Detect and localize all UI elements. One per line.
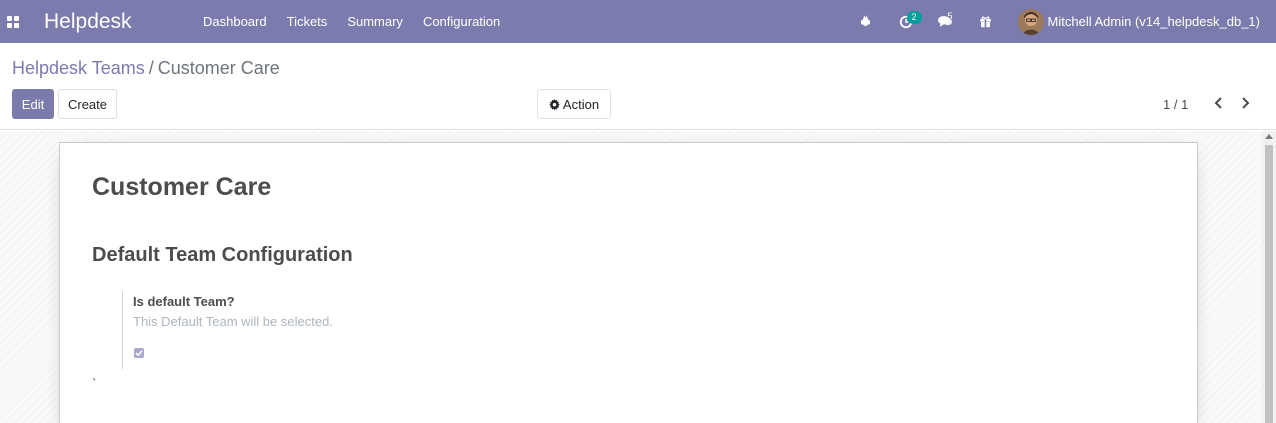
breadcrumb-parent-link[interactable]: Helpdesk Teams — [12, 58, 145, 78]
scroll-up-arrow-icon[interactable] — [1265, 134, 1273, 139]
top-navbar: Helpdesk Dashboard Tickets Summary Confi… — [0, 0, 1276, 43]
is-default-team-checkbox[interactable] — [134, 348, 144, 358]
messages-icon[interactable]: 5 — [926, 0, 966, 43]
section-title: Default Team Configuration — [92, 244, 353, 266]
breadcrumb-separator: / — [148, 58, 154, 78]
action-button-label: Action — [562, 96, 600, 112]
pager-previous-button[interactable] — [1210, 95, 1226, 111]
setting-help-text: This Default Team will be selected. — [133, 314, 333, 329]
breadcrumb: Helpdesk Teams / Customer Care — [12, 58, 280, 79]
pager-next-button[interactable] — [1237, 95, 1253, 111]
chevron-right-icon — [1241, 97, 1249, 109]
chevron-left-icon — [1214, 97, 1222, 109]
setting-label: Is default Team? — [133, 294, 235, 309]
messages-badge: 5 — [947, 11, 953, 21]
breadcrumb-current: Customer Care — [157, 58, 280, 78]
default-team-setting: Is default Team? This Default Team will … — [122, 291, 522, 369]
apps-menu-icon[interactable] — [0, 0, 26, 43]
menu-item-dashboard[interactable]: Dashboard — [193, 0, 277, 43]
app-brand[interactable]: Helpdesk — [44, 10, 174, 34]
create-button[interactable]: Create — [58, 89, 117, 119]
gift-icon[interactable] — [966, 0, 1006, 43]
debug-icon[interactable] — [846, 0, 886, 43]
action-button[interactable]: Action — [537, 89, 611, 119]
scrollbar-thumb[interactable] — [1265, 145, 1273, 423]
menu-item-summary[interactable]: Summary — [337, 0, 413, 43]
menu-item-configuration[interactable]: Configuration — [413, 0, 510, 43]
gear-icon — [549, 98, 560, 110]
user-menu[interactable]: Mitchell Admin (v14_helpdesk_db_1) — [1017, 0, 1276, 43]
user-name: Mitchell Admin (v14_helpdesk_db_1) — [1047, 14, 1260, 29]
user-avatar — [1017, 8, 1044, 35]
edit-button[interactable]: Edit — [12, 89, 54, 119]
menu-item-tickets[interactable]: Tickets — [277, 0, 338, 43]
checkmark-icon — [135, 350, 143, 357]
pager-value[interactable]: 1 / 1 — [1163, 97, 1188, 112]
vertical-scrollbar[interactable] — [1262, 131, 1276, 423]
activity-badge: 2 — [906, 11, 922, 24]
form-sheet: Customer Care Default Team Configuration… — [59, 142, 1198, 423]
control-panel: Helpdesk Teams / Customer Care Edit Create… — [0, 43, 1276, 130]
main-menu: Dashboard Tickets Summary Configuration — [193, 0, 510, 43]
stray-text: ` — [92, 376, 97, 391]
systray: 2 5 Mitchell Admin (v14_helpdesk_db_1) — [846, 0, 1276, 43]
activity-clock-icon[interactable]: 2 — [886, 0, 926, 43]
record-title: Customer Care — [92, 173, 272, 201]
